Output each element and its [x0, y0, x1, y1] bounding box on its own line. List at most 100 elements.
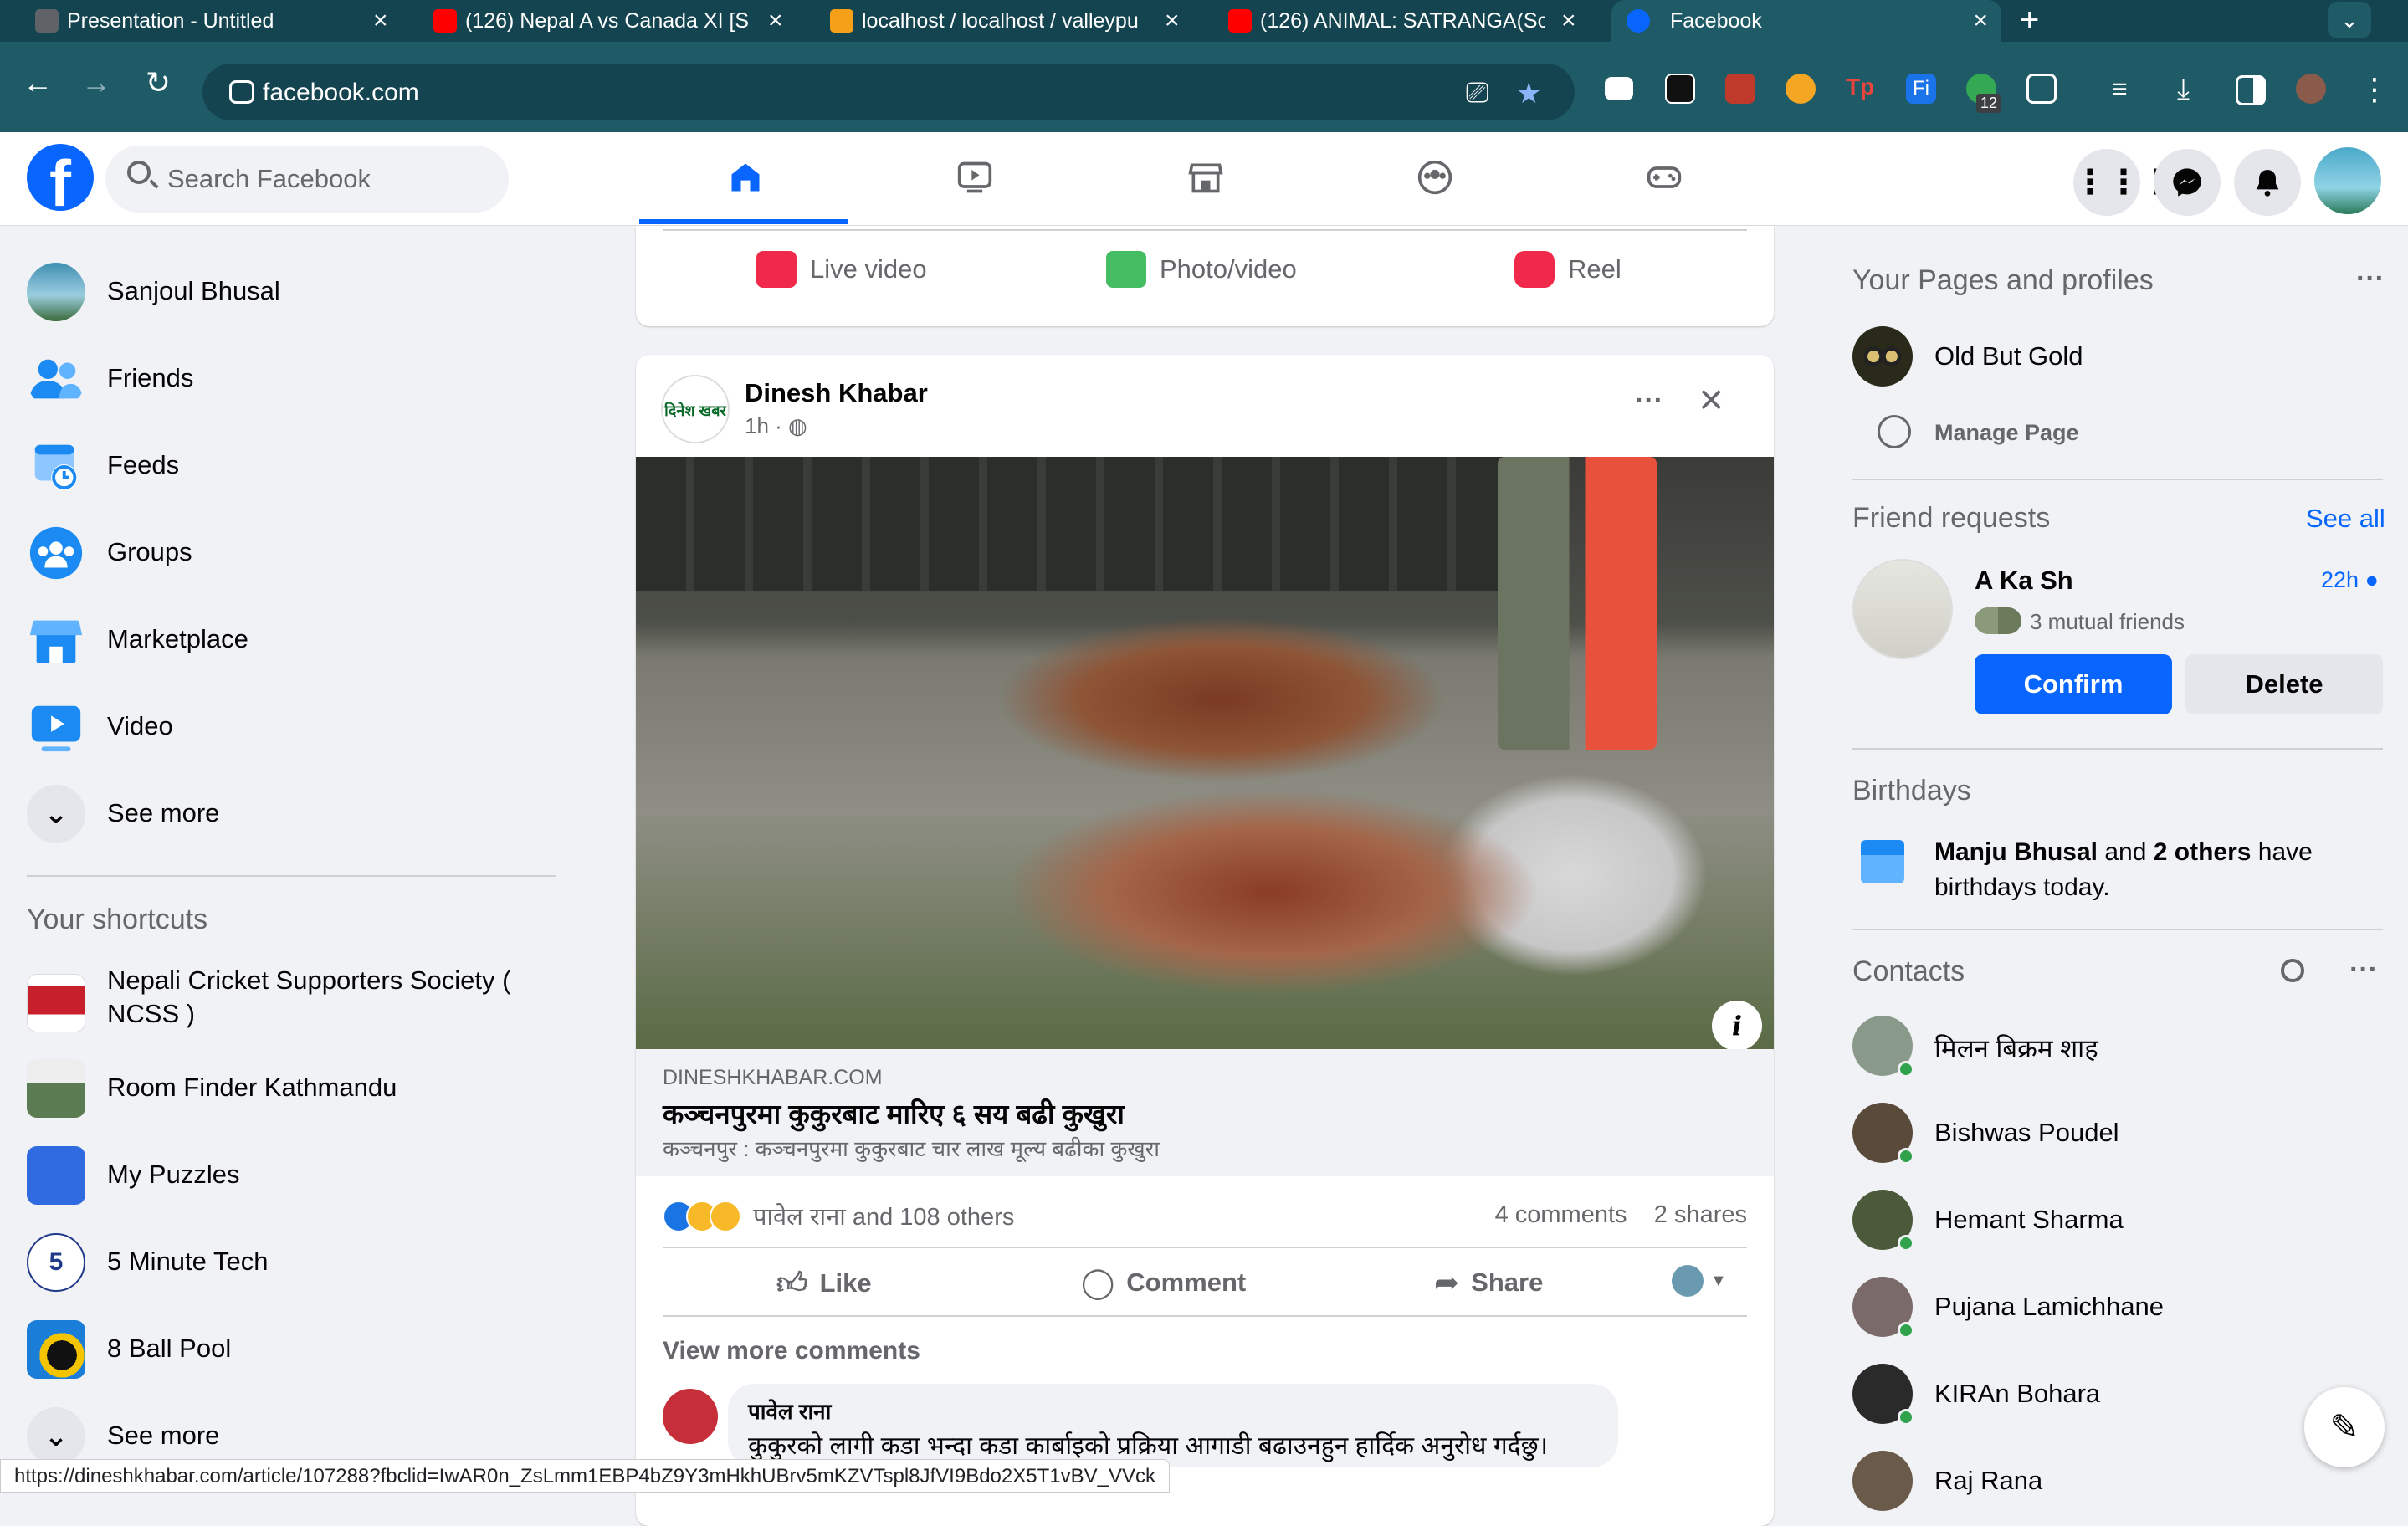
browser-tab[interactable]: localhost / localhost / valleypu × — [830, 0, 1180, 42]
extension-icon[interactable] — [1786, 74, 1816, 104]
more-options-icon[interactable]: ··· — [2356, 263, 2385, 295]
notifications-bell-icon[interactable] — [2234, 149, 2301, 216]
browser-tab[interactable]: Presentation - Untitled × — [35, 0, 388, 42]
forward-button[interactable]: → — [75, 65, 117, 100]
shortcut-item[interactable]: 5 5 Minute Tech — [27, 1221, 562, 1297]
reel-button[interactable]: Reel — [1514, 251, 1622, 288]
nav-tab-gaming[interactable] — [1558, 132, 1767, 224]
shortcut-item[interactable]: 8 Ball Pool — [27, 1308, 562, 1384]
see-all-link[interactable]: See all — [2306, 504, 2385, 534]
site-info-icon[interactable] — [229, 80, 254, 104]
shortcut-item[interactable]: My Puzzles — [27, 1134, 562, 1210]
bookmark-star-icon[interactable]: ★ — [1516, 77, 1541, 110]
nav-tab-groups[interactable] — [1329, 132, 1538, 224]
install-app-icon[interactable]: ⎚ — [1466, 77, 1488, 110]
chevron-down-icon: ⌄ — [27, 785, 85, 843]
nav-tab-marketplace[interactable] — [1099, 132, 1309, 224]
browser-tab-active[interactable]: Facebook × — [1611, 0, 2001, 42]
contact-item[interactable]: Hemant Sharma — [1852, 1183, 2388, 1258]
post-author[interactable]: Dinesh Khabar — [745, 378, 928, 408]
close-icon[interactable]: × — [1973, 7, 1988, 35]
messenger-icon[interactable] — [2154, 149, 2221, 216]
post-options-icon[interactable]: ··· — [1635, 385, 1663, 417]
sidebar-see-more[interactable]: ⌄ See more — [27, 773, 562, 848]
facebook-header: f Search Facebook ⋮⋮⋮ — [0, 132, 2408, 226]
sidebar-item-profile[interactable]: Sanjoul Bhusal — [27, 251, 562, 326]
post-image[interactable]: i — [636, 457, 1774, 1051]
feeds-icon — [34, 444, 78, 491]
comments-count[interactable]: 4 comments — [1495, 1201, 1627, 1228]
tab-search-icon[interactable]: ⌄ — [2328, 2, 2371, 38]
comment-author[interactable]: पावेल राना — [748, 1395, 831, 1426]
menu-grid-icon[interactable]: ⋮⋮⋮ — [2073, 149, 2174, 216]
address-bar[interactable]: facebook.com ⎚ ★ — [202, 64, 1575, 120]
page-avatar[interactable]: दिनेश खबर — [661, 375, 730, 443]
contact-item[interactable]: मिलन बिक्रम शाह — [1852, 1009, 2388, 1084]
search-input[interactable]: Search Facebook — [105, 146, 509, 213]
phpmyadmin-icon — [830, 9, 853, 33]
sidebar-item-video[interactable]: Video — [27, 686, 562, 761]
birthday-rest: have — [2251, 838, 2313, 866]
account-avatar[interactable] — [2314, 147, 2381, 214]
shortcut-item[interactable]: Nepali Cricket Supporters Society ( NCSS… — [27, 962, 562, 1037]
requester-name[interactable]: A Ka Sh — [1975, 566, 2073, 596]
download-icon[interactable]: ⤓ — [2177, 74, 2207, 105]
browser-tab[interactable]: (126) Nepal A vs Canada XI [S × — [433, 0, 783, 42]
profile-avatar[interactable] — [2296, 74, 2326, 104]
contact-item[interactable]: Bishwas Poudel — [1852, 1096, 2388, 1171]
menu-kebab-icon[interactable]: ⋮ — [2359, 72, 2390, 106]
ncss-group-icon — [27, 974, 85, 1032]
shares-count[interactable]: 2 shares — [1654, 1201, 1747, 1228]
contact-item[interactable]: Raj Rana — [1852, 1444, 2388, 1519]
view-more-comments[interactable]: View more comments — [663, 1337, 920, 1365]
live-video-button[interactable]: Live video — [756, 251, 927, 288]
media-control-icon[interactable]: ≡ — [2112, 74, 2142, 104]
extension-icon[interactable] — [1665, 74, 1695, 104]
comment-button[interactable]: ◯ Comment — [1081, 1265, 1246, 1300]
manage-page-link[interactable]: Manage Page — [1852, 398, 2388, 474]
link-preview[interactable]: DINESHKHABAR.COM कञ्चनपुरमा कुकुरबाट मार… — [636, 1049, 1774, 1176]
facebook-logo-icon[interactable]: f — [27, 144, 94, 211]
birthday-text[interactable]: Manju Bhusal and 2 others have birthdays … — [1934, 835, 2386, 905]
more-options-icon[interactable]: ··· — [2349, 954, 2378, 986]
reactions-summary[interactable]: पावेल राना and 108 others — [663, 1200, 1014, 1232]
sidebar-item-marketplace[interactable]: Marketplace — [27, 599, 562, 674]
divider — [1852, 929, 2383, 930]
react-as-selector[interactable]: ▼ — [1672, 1265, 1727, 1297]
new-tab-button[interactable]: + — [2020, 2, 2039, 39]
url-text[interactable]: facebook.com — [263, 79, 419, 107]
side-panel-icon[interactable] — [2236, 75, 2266, 105]
browser-tab[interactable]: (126) ANIMAL: SATRANGA(So × — [1228, 0, 1576, 42]
link-description: कञ्चनपुर : कञ्चनपुरमा कुकुरबाट चार लाख म… — [663, 1136, 1160, 1161]
extension-icon[interactable]: Tp — [1846, 74, 1876, 104]
post-time[interactable]: 1h · ◍ — [745, 413, 807, 439]
extension-icon[interactable]: Fi — [1906, 74, 1936, 104]
requester-avatar[interactable] — [1852, 559, 1953, 659]
mutual-friends[interactable]: 3 mutual friends — [2030, 609, 2185, 635]
picture-in-picture-icon[interactable] — [1605, 77, 1633, 100]
reload-button[interactable]: ↻ — [137, 65, 179, 100]
nav-tab-video[interactable] — [868, 132, 1078, 224]
live-video-icon — [756, 251, 797, 288]
back-button[interactable]: ← — [17, 65, 59, 100]
commenter-avatar[interactable] — [663, 1389, 718, 1444]
contact-item[interactable]: Pujana Lamichhane — [1852, 1270, 2388, 1345]
shortcut-item[interactable]: Room Finder Kathmandu — [27, 1047, 562, 1123]
sidebar-item-groups[interactable]: Groups — [27, 512, 562, 587]
delete-button[interactable]: Delete — [2185, 654, 2383, 714]
sidebar-item-feeds[interactable]: Feeds — [27, 425, 562, 500]
page-item[interactable]: Old But Gold — [1852, 320, 2388, 395]
extension-icon[interactable] — [1725, 74, 1755, 104]
share-button[interactable]: ➦ Share — [1434, 1265, 1543, 1300]
nav-tab-home[interactable] — [639, 132, 848, 224]
sidebar-item-friends[interactable]: Friends — [27, 338, 562, 413]
extensions-puzzle-icon[interactable] — [2026, 74, 2057, 104]
like-button[interactable]: 👍︎ Like — [776, 1265, 872, 1302]
confirm-button[interactable]: Confirm — [1975, 654, 2172, 714]
photo-video-button[interactable]: Photo/video — [1106, 251, 1297, 288]
info-icon[interactable]: i — [1712, 1001, 1762, 1051]
online-status-icon — [1898, 1061, 1914, 1078]
new-message-compose-icon[interactable]: ✎ — [2304, 1387, 2385, 1467]
hide-post-close-icon[interactable]: × — [1698, 375, 1724, 425]
search-contacts-icon[interactable] — [2281, 959, 2304, 982]
